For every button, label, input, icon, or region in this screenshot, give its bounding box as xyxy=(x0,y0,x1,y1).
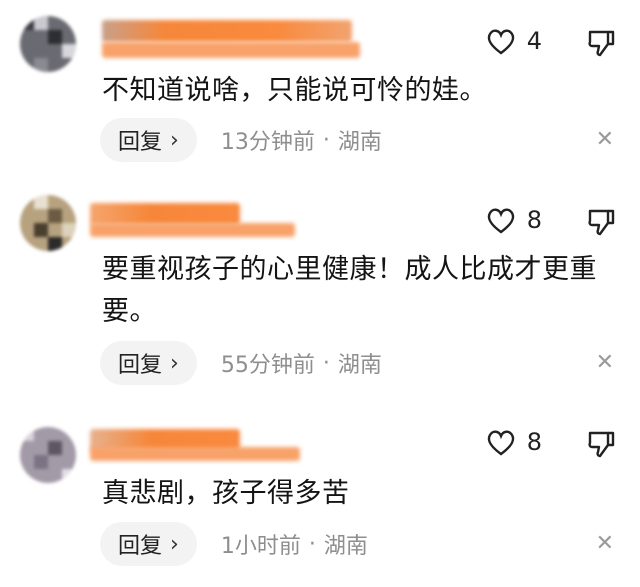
timestamp: 1小时前 xyxy=(220,534,301,559)
heart-outline-icon xyxy=(487,29,515,55)
separator: · xyxy=(322,127,330,153)
comment-meta: 回复 › 55分钟前 · 湖南 xyxy=(100,341,382,385)
like-count: 8 xyxy=(526,206,542,234)
reply-label: 回复 xyxy=(118,534,163,559)
username-meta xyxy=(90,447,300,461)
reply-label: 回复 xyxy=(118,353,163,378)
location: 湖南 xyxy=(337,353,382,378)
comment-meta: 回复 › 1小时前 · 湖南 xyxy=(100,522,368,566)
timestamp: 55分钟前 xyxy=(220,353,315,378)
username-meta xyxy=(102,42,360,58)
like-button[interactable]: 4 xyxy=(485,26,542,56)
comment-text: 真悲剧，孩子得多苦 xyxy=(102,478,350,509)
close-icon[interactable]: ✕ xyxy=(596,350,614,375)
location: 湖南 xyxy=(337,130,382,155)
comment-text: 要重视孩子的心里健康！成人比成才更重要。 xyxy=(102,254,597,327)
avatar[interactable] xyxy=(20,195,76,251)
heart-outline-icon xyxy=(487,430,515,456)
comment-item: 4 不知道说啥，只能说可怜的娃。 回复 › 13分钟前 · 湖南 ✕ xyxy=(0,0,640,175)
comment-meta: 回复 › 13分钟前 · 湖南 xyxy=(100,118,382,162)
username[interactable] xyxy=(102,20,352,42)
like-count: 8 xyxy=(526,428,542,456)
location: 湖南 xyxy=(323,534,368,559)
close-icon[interactable]: ✕ xyxy=(596,127,614,152)
chevron-right-icon: › xyxy=(170,531,179,557)
like-count: 4 xyxy=(526,27,542,55)
thumbs-down-icon[interactable] xyxy=(586,28,616,58)
timestamp: 13分钟前 xyxy=(220,130,315,155)
chevron-right-icon: › xyxy=(170,350,179,376)
heart-outline-icon xyxy=(487,208,515,234)
comment-item: 8 要重视孩子的心里健康！成人比成才更重要。 回复 › 55分钟前 · 湖南 ✕ xyxy=(0,175,640,405)
comment-text: 不知道说啥，只能说可怜的娃。 xyxy=(102,75,487,106)
thumbs-down-icon[interactable] xyxy=(586,429,616,459)
comment-item: 8 真悲剧，孩子得多苦 回复 › 1小时前 · 湖南 ✕ xyxy=(0,405,640,587)
reply-button[interactable]: 回复 › xyxy=(100,522,197,566)
username[interactable] xyxy=(90,203,240,225)
username-meta xyxy=(90,223,295,237)
thumbs-down-icon[interactable] xyxy=(586,207,616,237)
like-button[interactable]: 8 xyxy=(485,427,542,457)
reply-button[interactable]: 回复 › xyxy=(100,341,197,385)
close-icon[interactable]: ✕ xyxy=(596,531,614,556)
separator: · xyxy=(322,350,330,376)
avatar[interactable] xyxy=(20,16,76,72)
chevron-right-icon: › xyxy=(170,127,179,153)
reply-button[interactable]: 回复 › xyxy=(100,118,197,162)
separator: · xyxy=(308,531,316,557)
reply-label: 回复 xyxy=(118,130,163,155)
like-button[interactable]: 8 xyxy=(485,205,542,235)
avatar[interactable] xyxy=(20,427,76,483)
